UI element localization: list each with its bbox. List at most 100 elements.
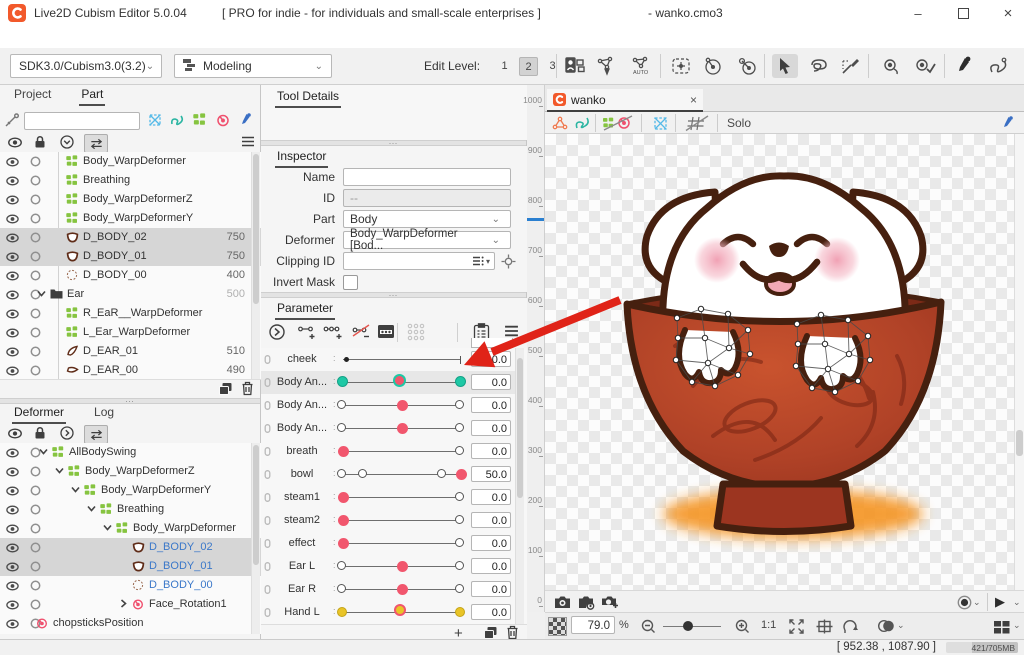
inspector-tab[interactable]: Inspector: [275, 149, 328, 168]
eye-icon[interactable]: [6, 251, 19, 265]
mesh-display-icon[interactable]: [549, 113, 571, 133]
param-link-icon[interactable]: [264, 492, 271, 506]
slider-knob-red[interactable]: [338, 446, 349, 457]
eye-icon[interactable]: [6, 270, 19, 284]
deformer-display-off-icon[interactable]: [601, 113, 635, 133]
display-mode-dropdown-icon[interactable]: ⌄: [897, 620, 905, 631]
lock-toggle-icon[interactable]: [30, 580, 41, 594]
param-value-box[interactable]: 0.0: [471, 489, 511, 505]
tree-row-d_ear_01[interactable]: D_EAR_01510: [0, 342, 261, 361]
edit-level-1[interactable]: 1: [496, 57, 513, 74]
param-link-icon[interactable]: [264, 538, 271, 552]
part-tree-scrollbar[interactable]: [251, 152, 260, 379]
slider-knob-yellow[interactable]: [455, 607, 465, 617]
param-link-icon[interactable]: [264, 607, 271, 621]
tree-row-d_body_00[interactable]: D_BODY_00: [0, 576, 261, 595]
slider-knob-white[interactable]: [455, 561, 464, 570]
lock-toggle-icon[interactable]: [30, 466, 41, 480]
param-row-body-an-[interactable]: Body An...:0.0: [261, 394, 519, 417]
expand-icon[interactable]: [119, 599, 128, 610]
param-link-icon[interactable]: [264, 584, 271, 598]
tree-row-body_warpdeformery[interactable]: Body_WarpDeformerY: [0, 481, 261, 500]
screenshot-icon[interactable]: [551, 592, 573, 612]
lock-toggle-icon[interactable]: [30, 175, 41, 189]
eye-icon[interactable]: [6, 466, 19, 480]
eye-icon[interactable]: [6, 523, 19, 537]
param-row-hand-l[interactable]: Hand L:0.0: [261, 601, 519, 624]
lock-toggle-icon[interactable]: [30, 542, 41, 556]
actual-size-label[interactable]: 1:1: [761, 619, 776, 631]
deformer-tree-scrollbar[interactable]: [251, 443, 260, 634]
grid-off-icon[interactable]: [683, 113, 711, 133]
slider-knob-white[interactable]: [437, 469, 446, 478]
tree-row-d_body_00[interactable]: D_BODY_00400: [0, 266, 261, 285]
eye-icon[interactable]: [6, 194, 19, 208]
slider-knob-red[interactable]: [338, 538, 349, 549]
param-value-box[interactable]: 0.0: [471, 604, 511, 620]
edit-level-3[interactable]: 3: [544, 57, 561, 74]
lock-toggle-icon[interactable]: [30, 251, 41, 265]
part-search-input[interactable]: [24, 112, 140, 130]
param-slider-track[interactable]: [343, 359, 461, 360]
pen-tool-icon[interactable]: [952, 54, 978, 78]
collapse-icon[interactable]: [55, 466, 64, 477]
zoom-in-icon[interactable]: [731, 616, 753, 636]
filter-pen-icon[interactable]: [240, 113, 253, 130]
tab-project[interactable]: Project: [12, 87, 53, 104]
play-dropdown-icon[interactable]: ⌄: [1013, 597, 1021, 608]
eye-icon[interactable]: [6, 346, 19, 360]
param-row-body-an-[interactable]: Body An...:0.0: [261, 417, 519, 440]
clipping-target-icon[interactable]: [501, 254, 516, 272]
tree-row-d_body_02[interactable]: D_BODY_02750: [0, 228, 261, 247]
lock-toggle-icon[interactable]: [30, 308, 41, 322]
slider-knob-white[interactable]: [358, 469, 367, 478]
mesh-edit-tool-icon[interactable]: [594, 54, 620, 78]
slider-knob-red[interactable]: [456, 469, 467, 480]
filter-curve-icon[interactable]: [170, 113, 184, 130]
document-tab-wanko[interactable]: wanko ×: [547, 89, 703, 112]
slider-knob-white[interactable]: [337, 423, 346, 432]
invert-mask-checkbox[interactable]: [343, 275, 358, 290]
eye-icon[interactable]: [6, 542, 19, 556]
slider-knob-yellow-red[interactable]: [394, 604, 406, 616]
param-value-box[interactable]: 0.0: [471, 558, 511, 574]
slider-knob-red[interactable]: [397, 561, 408, 572]
lock-toggle-icon[interactable]: [30, 213, 41, 227]
param-link-icon[interactable]: [264, 354, 271, 368]
clipping-id-field[interactable]: ▾: [343, 252, 495, 270]
slider-knob-white[interactable]: [455, 584, 464, 593]
slider-knob-teal[interactable]: [455, 376, 466, 387]
keyform-panel-icon[interactable]: [377, 324, 395, 342]
eye-icon[interactable]: [6, 289, 19, 303]
param-value-box[interactable]: 0.0: [471, 512, 511, 528]
zoom-slider-knob[interactable]: [683, 621, 693, 631]
tree-row-d_ear_00[interactable]: D_EAR_00490: [0, 361, 261, 379]
glue-check-tool-icon[interactable]: [912, 54, 938, 78]
param-link-icon[interactable]: [264, 515, 271, 529]
model-parts-tool-icon[interactable]: [562, 54, 588, 78]
fit-view-icon[interactable]: [785, 616, 807, 636]
tab-part[interactable]: Part: [79, 87, 105, 106]
eye-icon[interactable]: [6, 308, 19, 322]
param-link-icon[interactable]: [264, 423, 271, 437]
lock-toggle-icon[interactable]: [30, 485, 41, 499]
layout-dropdown-icon[interactable]: ⌄: [1013, 620, 1021, 631]
lock-toggle-icon[interactable]: [30, 194, 41, 208]
record-icon[interactable]: [953, 592, 975, 612]
param-row-steam1[interactable]: steam1:0.0: [261, 486, 519, 509]
reorder-icon[interactable]: [84, 425, 108, 444]
tree-row-l_ear_warpdeformer[interactable]: L_Ear_WarpDeformer: [0, 323, 261, 342]
tab-log[interactable]: Log: [92, 405, 116, 422]
param-value-box[interactable]: 0.0: [471, 443, 511, 459]
trash-icon[interactable]: [241, 381, 254, 399]
param-value-box[interactable]: 0.0: [471, 420, 511, 436]
tree-row-body_warpdeformery[interactable]: Body_WarpDeformerY: [0, 209, 261, 228]
filter-warp-icon[interactable]: [193, 113, 206, 129]
eye-icon[interactable]: [6, 156, 19, 170]
lock-toggle-icon[interactable]: [30, 346, 41, 360]
rotate-deformer2-tool-icon[interactable]: [734, 54, 760, 78]
param-slider-track[interactable]: [343, 543, 461, 544]
param-slider-track[interactable]: [343, 497, 461, 498]
lock-toggle-icon[interactable]: [30, 365, 41, 379]
eye-icon[interactable]: [6, 327, 19, 341]
